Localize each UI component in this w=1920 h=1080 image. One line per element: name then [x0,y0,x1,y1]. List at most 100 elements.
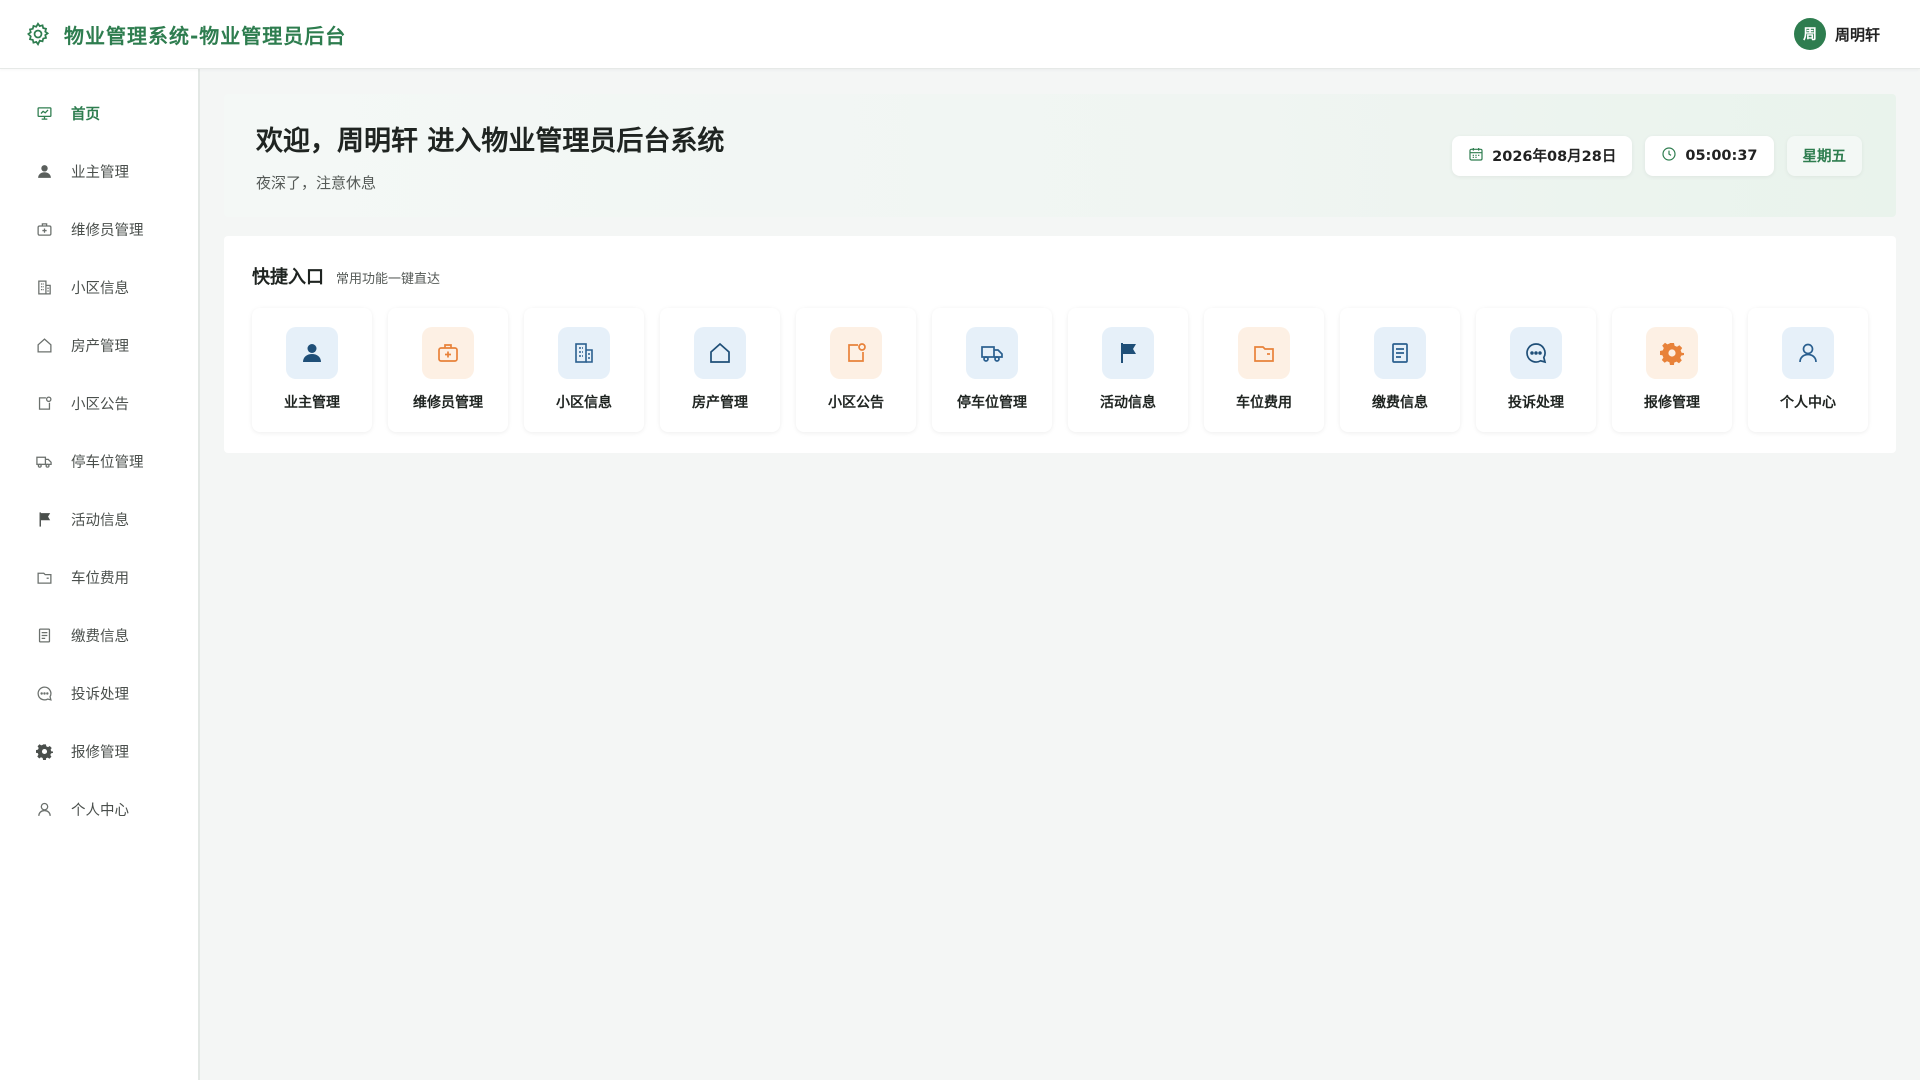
notice-icon [830,327,882,379]
sidebar-item-label: 房产管理 [71,338,129,355]
quick-access-header: 快捷入口 常用功能一键直达 [252,263,1868,289]
quick-card-repairmen[interactable]: 维修员管理 [388,308,508,432]
quick-card-parking-fee[interactable]: 车位费用 [1204,308,1324,432]
avatar[interactable]: 周 [1793,18,1826,50]
truck-icon [35,452,53,470]
sidebar-item-label: 报修管理 [71,744,129,761]
sidebar-item-home[interactable]: 首页 [0,84,198,142]
flag-icon [1102,327,1154,379]
time-chip: 05:00:37 [1645,135,1774,176]
quick-card-label: 缴费信息 [1372,395,1428,411]
house-icon [35,336,53,354]
sidebar-item-community[interactable]: 小区信息 [0,258,198,316]
clock-icon [1661,146,1677,166]
sidebar-item-repairmen[interactable]: 维修员管理 [0,200,198,258]
person-icon [35,800,53,818]
sidebar-item-label: 活动信息 [71,512,129,529]
sidebar-item-repair[interactable]: 报修管理 [0,722,198,780]
welcome-subtitle: 夜深了，注意休息 [256,173,377,192]
wallet-icon [1238,327,1290,379]
quick-card-parking[interactable]: 停车位管理 [932,308,1052,432]
datetime-panel: 2026年08月28日 05:00:37 星期五 [1452,135,1862,176]
sidebar: 首页 业主管理 维修员管理 小区信息 房产管理 小区公告 停车位管理 活动信息 … [0,69,200,1080]
welcome-title: 欢迎，周明轩 进入物业管理员后台系统 [256,125,725,157]
document-icon [1374,327,1426,379]
flag-icon [35,510,53,528]
sidebar-item-payment[interactable]: 缴费信息 [0,606,198,664]
sidebar-item-label: 小区信息 [71,280,129,297]
brand: 物业管理系统-物业管理员后台 [24,20,346,49]
sidebar-item-complaint[interactable]: 投诉处理 [0,664,198,722]
quick-card-label: 停车位管理 [957,395,1027,411]
sidebar-item-parking-fee[interactable]: 车位费用 [0,548,198,606]
sidebar-item-parking[interactable]: 停车位管理 [0,432,198,490]
quick-card-community[interactable]: 小区信息 [524,308,644,432]
welcome-text: 欢迎，周明轩 进入物业管理员后台系统 夜深了，注意休息 [256,119,724,193]
quick-card-profile[interactable]: 个人中心 [1748,308,1868,432]
quick-card-label: 房产管理 [692,395,748,411]
quick-card-label: 活动信息 [1100,395,1156,411]
quick-card-label: 小区信息 [556,395,612,411]
quick-card-notice[interactable]: 小区公告 [796,308,916,432]
quick-card-activity[interactable]: 活动信息 [1068,308,1188,432]
gear-icon [24,20,52,48]
sidebar-item-owners[interactable]: 业主管理 [0,142,198,200]
sidebar-item-label: 投诉处理 [71,686,129,703]
sidebar-item-label: 车位费用 [71,570,129,587]
person-icon [1782,327,1834,379]
sidebar-item-label: 小区公告 [71,396,129,413]
sidebar-item-label: 停车位管理 [71,454,144,471]
main-content: 欢迎，周明轩 进入物业管理员后台系统 夜深了，注意休息 2026年08月28日 … [224,94,1896,453]
sidebar-item-activity[interactable]: 活动信息 [0,490,198,548]
quick-card-label: 维修员管理 [413,395,483,411]
gear-icon [35,742,53,760]
weekday-chip: 星期五 [1786,135,1862,176]
wallet-icon [35,568,53,586]
house-icon [694,327,746,379]
quick-card-repair[interactable]: 报修管理 [1612,308,1732,432]
quick-card-label: 投诉处理 [1508,395,1564,411]
quick-card-label: 业主管理 [284,395,340,411]
sidebar-item-label: 业主管理 [71,164,129,181]
user-icon [35,162,53,180]
weekday-text: 星期五 [1802,149,1847,165]
welcome-banner: 欢迎，周明轩 进入物业管理员后台系统 夜深了，注意休息 2026年08月28日 … [224,94,1896,217]
sidebar-item-label: 缴费信息 [71,628,129,645]
quick-access-panel: 快捷入口 常用功能一键直达 业主管理 维修员管理 小区信息 房产管理 小区公告 … [224,236,1896,453]
calendar-icon [1468,146,1484,166]
sidebar-item-profile[interactable]: 个人中心 [0,780,198,838]
building-icon [35,278,53,296]
chat-icon [35,684,53,702]
quick-card-label: 小区公告 [828,395,884,411]
sidebar-item-label: 首页 [71,106,100,123]
quick-access-title: 快捷入口 [252,267,324,288]
sidebar-item-label: 维修员管理 [71,222,144,239]
quick-card-label: 车位费用 [1236,395,1292,411]
truck-icon [966,327,1018,379]
user-menu[interactable]: 周 周明轩 [1793,18,1880,50]
dashboard-icon [35,104,53,122]
time-text: 05:00:37 [1685,147,1758,164]
sidebar-item-label: 个人中心 [71,802,129,819]
notice-icon [35,394,53,412]
quick-card-label: 报修管理 [1644,395,1700,411]
sidebar-item-notice[interactable]: 小区公告 [0,374,198,432]
quick-card-owners[interactable]: 业主管理 [252,308,372,432]
chat-icon [1510,327,1562,379]
quick-card-label: 个人中心 [1780,395,1836,411]
top-header: 物业管理系统-物业管理员后台 周 周明轩 [0,0,1920,69]
quick-card-property[interactable]: 房产管理 [660,308,780,432]
date-chip: 2026年08月28日 [1452,135,1633,176]
date-text: 2026年08月28日 [1492,149,1617,165]
document-icon [35,626,53,644]
medkit-icon [35,220,53,238]
app-title: 物业管理系统-物业管理员后台 [64,23,347,48]
quick-card-complaint[interactable]: 投诉处理 [1476,308,1596,432]
medkit-icon [422,327,474,379]
user-name[interactable]: 周明轩 [1835,24,1880,45]
quick-access-grid: 业主管理 维修员管理 小区信息 房产管理 小区公告 停车位管理 活动信息 车位费… [252,308,1868,432]
gear-icon [1646,327,1698,379]
building-icon [558,327,610,379]
quick-card-payment[interactable]: 缴费信息 [1340,308,1460,432]
sidebar-item-property[interactable]: 房产管理 [0,316,198,374]
